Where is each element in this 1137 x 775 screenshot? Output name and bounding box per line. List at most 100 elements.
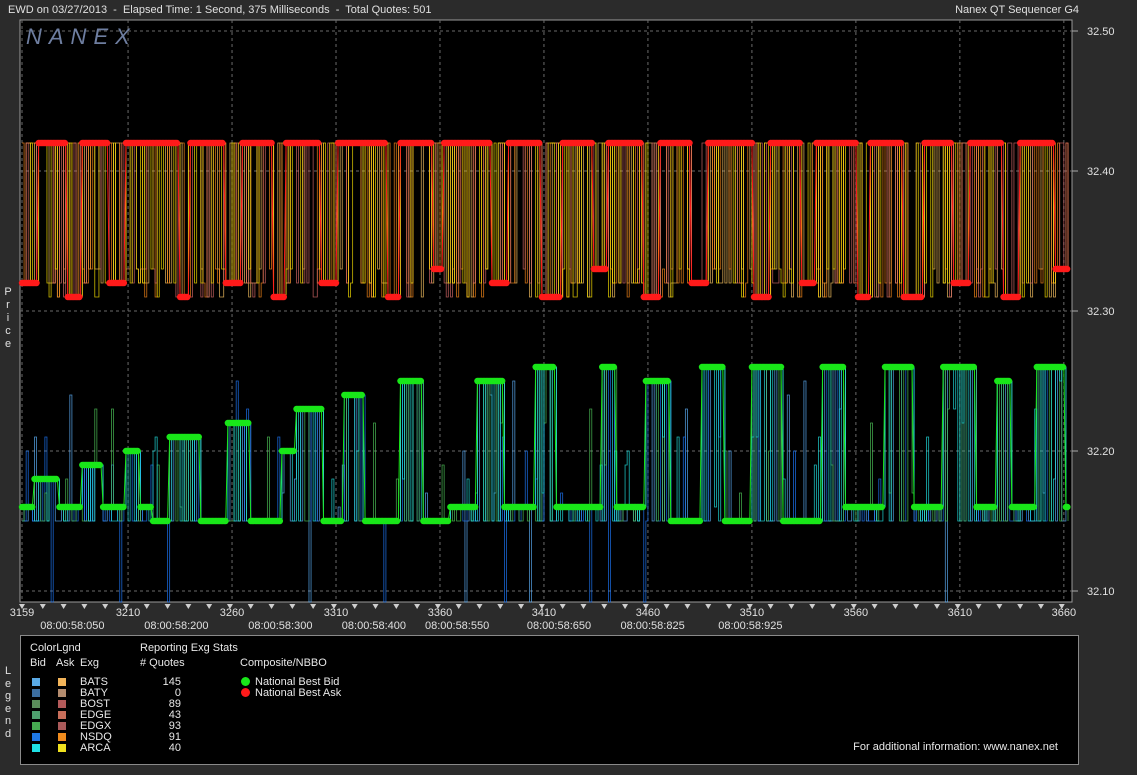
nbbo-point <box>719 363 726 371</box>
exchange-name: ARCA <box>80 742 111 754</box>
nbbo-point <box>1064 503 1071 511</box>
ask-color-swatch <box>58 678 66 686</box>
x-tick-marker <box>455 604 462 609</box>
nbbo-point <box>33 279 40 287</box>
nbbo-point <box>637 139 644 147</box>
x-tick-marker <box>206 604 213 609</box>
nbbo-point <box>237 279 244 287</box>
nbbo-point <box>61 139 69 147</box>
ask-color-swatch <box>58 711 66 719</box>
y-axis-side-label: Price <box>4 286 12 350</box>
nbbo-point <box>120 279 128 287</box>
nbbo-point <box>147 503 154 511</box>
nbbo-point <box>937 503 944 511</box>
time-label: 08:00:58:925 <box>718 620 782 632</box>
x-tick-marker <box>102 604 109 609</box>
x-tick-marker <box>892 604 899 609</box>
x-tick-marker <box>663 604 670 609</box>
ask-color-swatch <box>58 733 66 741</box>
x-tick-marker <box>622 604 629 609</box>
x-tick-marker <box>143 604 150 609</box>
nbbo-point <box>964 279 972 287</box>
x-tick-label: 3410 <box>532 607 556 619</box>
x-tick-label: 3460 <box>636 607 660 619</box>
nbbo-point <box>908 363 915 371</box>
nbbo-point <box>245 419 252 427</box>
ask-color-swatch <box>58 744 66 752</box>
x-tick-marker <box>518 604 525 609</box>
nbbo-point <box>549 363 557 371</box>
x-tick-marker <box>913 604 920 609</box>
nbbo-point <box>427 139 435 147</box>
nbbo-point <box>290 447 297 455</box>
nbbo-point <box>748 139 756 147</box>
nbbo-point <box>503 279 510 287</box>
x-tick-marker <box>393 604 400 609</box>
nbbo-point <box>852 139 859 147</box>
legend-side-label: Legend <box>4 665 12 740</box>
nbbo-point <box>268 139 275 147</box>
nbbo-point <box>76 293 83 301</box>
nbbo-point <box>381 139 388 147</box>
ask-column-header: Ask <box>56 657 75 669</box>
nbbo-point <box>655 293 662 301</box>
x-tick-marker <box>247 604 254 609</box>
nbbo-point <box>393 517 401 525</box>
nbbo-point <box>437 265 445 273</box>
x-tick-label: 3510 <box>740 607 764 619</box>
x-tick-marker <box>684 604 691 609</box>
bid-color-swatch <box>32 733 40 741</box>
composite-name: National Best Ask <box>255 687 342 699</box>
nbbo-point <box>1059 363 1067 371</box>
bid-color-swatch <box>32 744 40 752</box>
x-tick-label: 3660 <box>1052 607 1076 619</box>
nbbo-point <box>103 139 111 147</box>
x-tick-label: 3610 <box>948 607 972 619</box>
x-tick-marker <box>476 604 483 609</box>
nbbo-point <box>588 139 595 147</box>
nbbo-point <box>765 293 772 301</box>
nbbo-point <box>120 503 127 511</box>
x-tick-marker <box>809 604 816 609</box>
nbbo-point <box>486 139 493 147</box>
y-tick-label: 32.50 <box>1087 26 1115 38</box>
nbbo-point <box>664 377 671 385</box>
exg-column-header: Exg <box>80 657 99 669</box>
bid-color-swatch <box>32 689 40 697</box>
nbbo-point <box>897 139 905 147</box>
bid-color-swatch <box>32 711 40 719</box>
x-tick-marker <box>497 604 504 609</box>
nbbo-point <box>314 139 322 147</box>
quotes-column-header: # Quotes <box>140 657 185 669</box>
y-tick-label: 32.20 <box>1087 446 1115 458</box>
nbbo-point <box>332 279 340 287</box>
nbbo-point <box>53 475 60 483</box>
x-tick-label: 3560 <box>844 607 868 619</box>
x-tick-label: 3310 <box>324 607 348 619</box>
x-axis: 3159 3210 3260 3310 3360 3410 3460 3510 3560 3610… <box>10 604 1076 632</box>
x-tick-marker <box>580 604 587 609</box>
time-label: 08:00:58:200 <box>144 620 208 632</box>
x-tick-marker <box>767 604 774 609</box>
x-tick-marker <box>39 604 46 609</box>
nbbo-point <box>76 503 84 511</box>
nbbo-point <box>318 405 325 413</box>
nbbo-point <box>596 503 604 511</box>
composite-dot <box>241 688 250 697</box>
nbbo-point <box>417 377 425 385</box>
nbbo-point <box>878 503 886 511</box>
x-tick-marker <box>830 604 837 609</box>
x-tick-marker <box>788 604 795 609</box>
nbbo-point <box>394 293 402 301</box>
x-tick-marker <box>933 604 940 609</box>
nbbo-point <box>917 293 925 301</box>
nbbo-point <box>816 517 823 525</box>
x-tick-marker <box>351 604 358 609</box>
nbbo-point <box>990 503 998 511</box>
x-tick-marker <box>601 604 608 609</box>
exchange-quote-count: 40 <box>168 742 181 754</box>
footer-note: For additional information: www.nanex.ne… <box>853 741 1058 753</box>
nbbo-point <box>219 139 226 147</box>
x-tick-marker <box>164 604 171 609</box>
nbbo-point <box>1030 503 1037 511</box>
